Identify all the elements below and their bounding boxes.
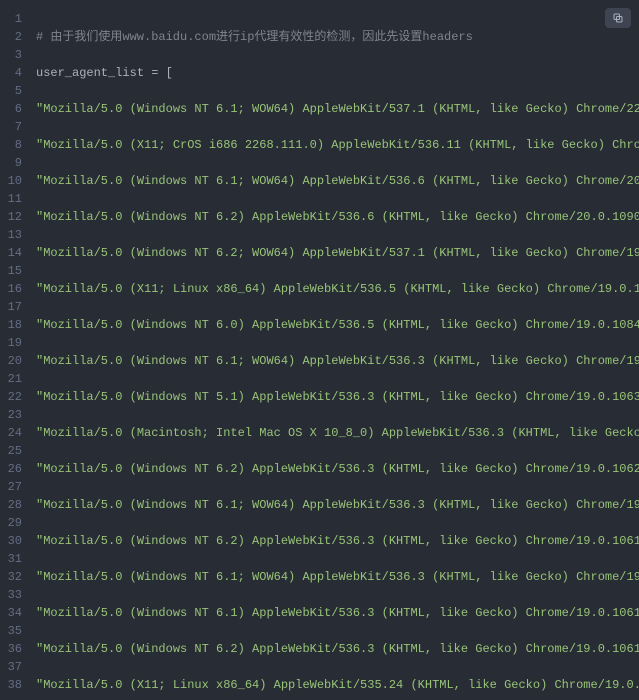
line-number: 15 bbox=[0, 262, 22, 280]
line-number: 38 bbox=[0, 676, 22, 694]
line-number: 35 bbox=[0, 622, 22, 640]
line-number: 6 bbox=[0, 100, 22, 118]
code-comment: # 由于我们使用www.baidu.com进行ip代理有效性的检测，因此先设置h… bbox=[36, 30, 473, 44]
line-number: 19 bbox=[0, 334, 22, 352]
line-number: 7 bbox=[0, 118, 22, 136]
line-number: 18 bbox=[0, 316, 22, 334]
line-number: 5 bbox=[0, 82, 22, 100]
line-number: 12 bbox=[0, 208, 22, 226]
line-number: 4 bbox=[0, 64, 22, 82]
line-number-gutter: 1234567891011121314151617181920212223242… bbox=[0, 0, 28, 700]
line-number: 29 bbox=[0, 514, 22, 532]
code-editor[interactable]: 1234567891011121314151617181920212223242… bbox=[0, 0, 639, 700]
line-number: 31 bbox=[0, 550, 22, 568]
copy-button[interactable] bbox=[605, 8, 631, 28]
line-number: 24 bbox=[0, 424, 22, 442]
line-number: 16 bbox=[0, 280, 22, 298]
line-number: 33 bbox=[0, 586, 22, 604]
line-number: 30 bbox=[0, 532, 22, 550]
line-number: 36 bbox=[0, 640, 22, 658]
line-number: 34 bbox=[0, 604, 22, 622]
line-number: 26 bbox=[0, 460, 22, 478]
line-number: 23 bbox=[0, 406, 22, 424]
line-number: 2 bbox=[0, 28, 22, 46]
line-number: 1 bbox=[0, 10, 22, 28]
line-number: 21 bbox=[0, 370, 22, 388]
line-number: 37 bbox=[0, 658, 22, 676]
line-number: 9 bbox=[0, 154, 22, 172]
line-number: 3 bbox=[0, 46, 22, 64]
line-number: 22 bbox=[0, 388, 22, 406]
code-area[interactable]: # 由于我们使用www.baidu.com进行ip代理有效性的检测，因此先设置h… bbox=[28, 0, 639, 700]
line-number: 17 bbox=[0, 298, 22, 316]
line-number: 25 bbox=[0, 442, 22, 460]
line-number: 14 bbox=[0, 244, 22, 262]
line-number: 27 bbox=[0, 478, 22, 496]
line-number: 8 bbox=[0, 136, 22, 154]
line-number: 11 bbox=[0, 190, 22, 208]
line-number: 10 bbox=[0, 172, 22, 190]
line-number: 32 bbox=[0, 568, 22, 586]
line-number: 20 bbox=[0, 352, 22, 370]
copy-icon bbox=[612, 12, 624, 24]
line-number: 28 bbox=[0, 496, 22, 514]
line-number: 13 bbox=[0, 226, 22, 244]
